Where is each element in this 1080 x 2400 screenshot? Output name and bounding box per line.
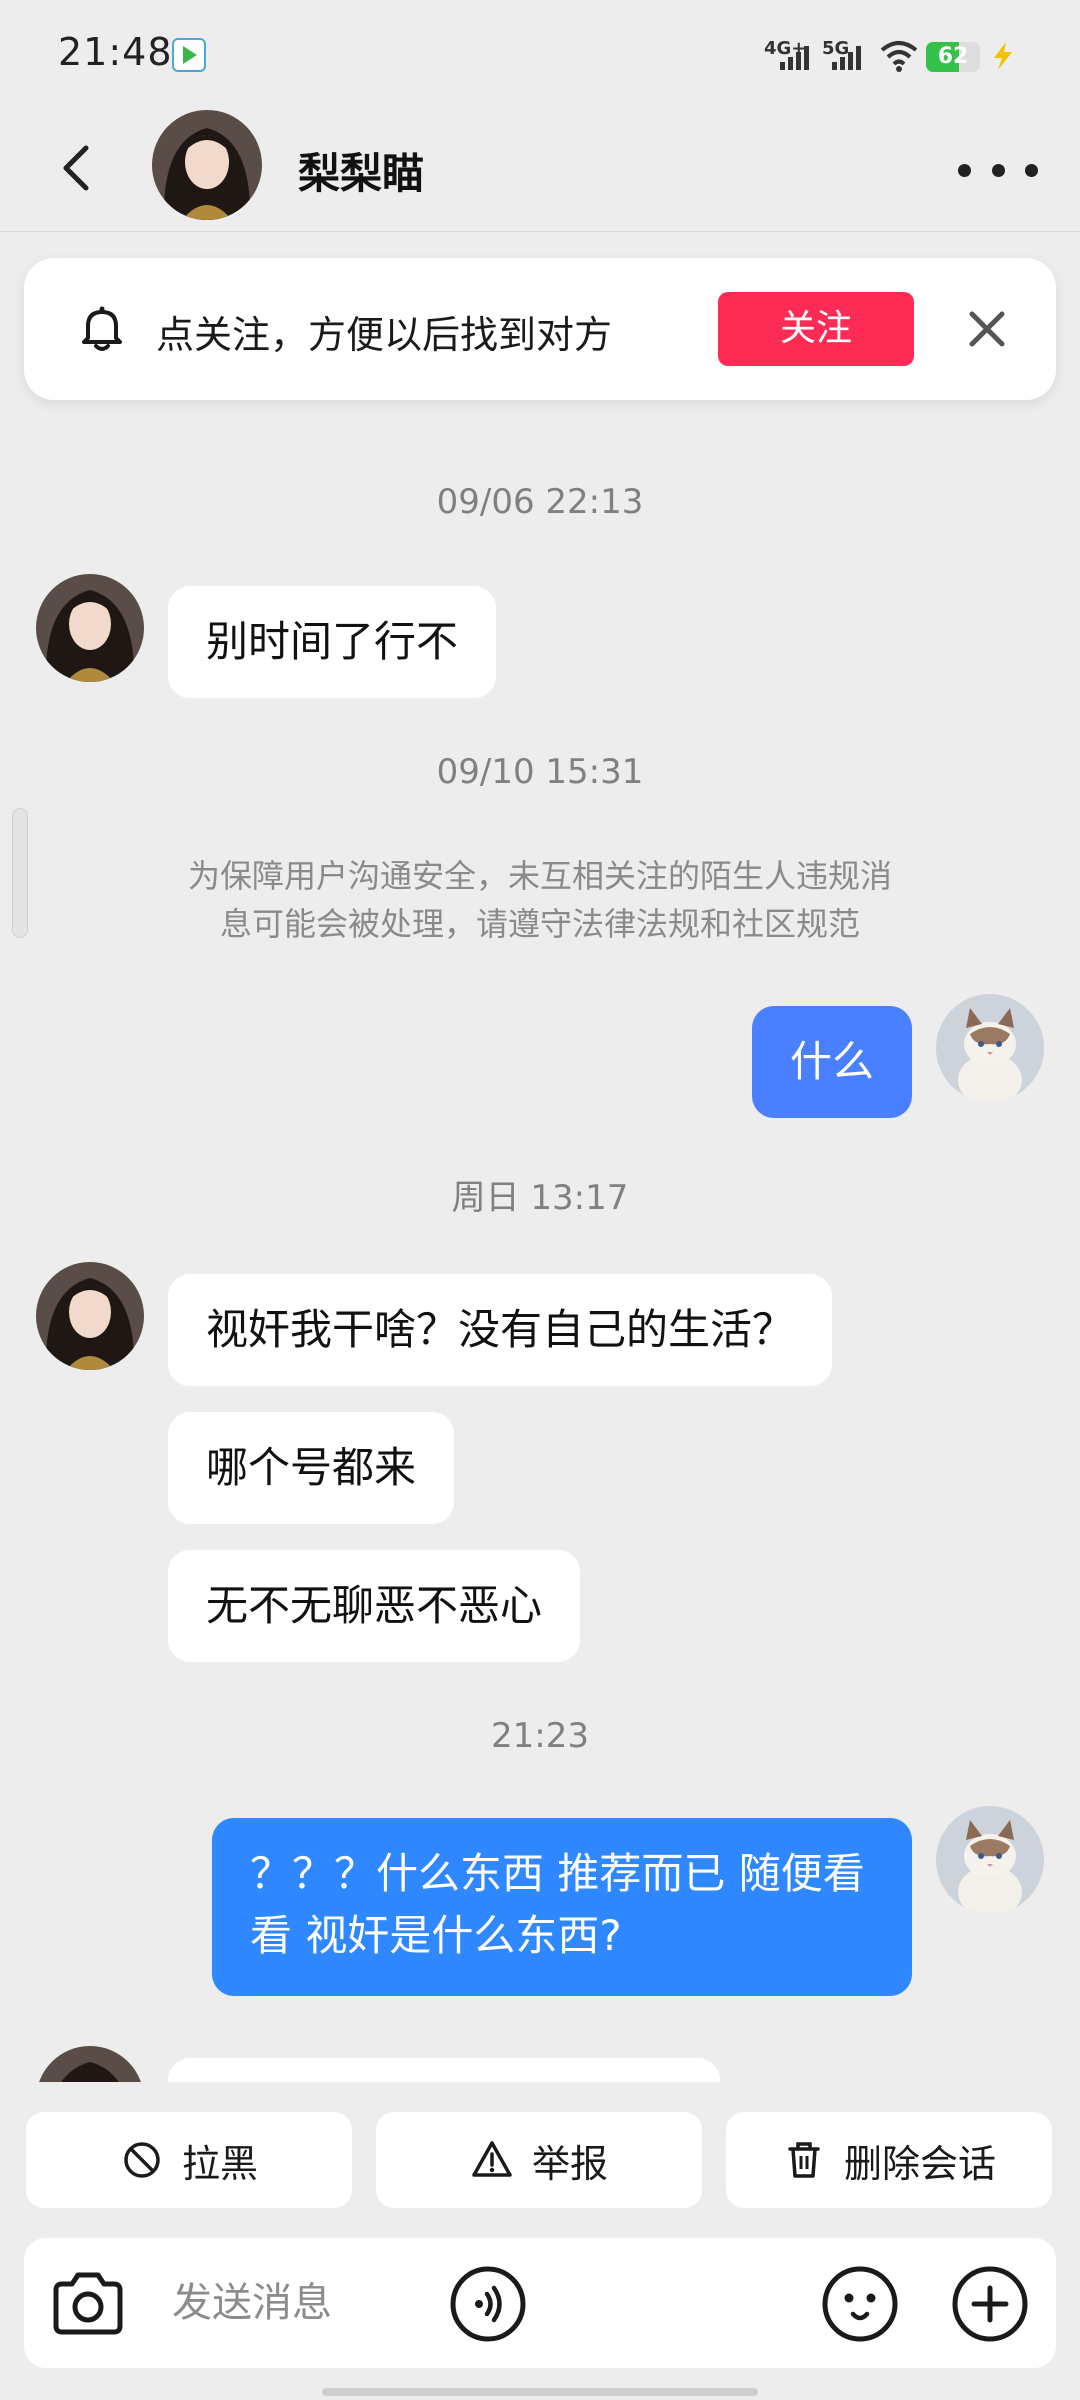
battery-level: 62 bbox=[937, 44, 969, 69]
contact-message-avatar[interactable] bbox=[36, 2046, 144, 2082]
signal-4g-icon bbox=[780, 44, 809, 70]
back-button[interactable] bbox=[50, 138, 110, 198]
incoming-message-bubble[interactable] bbox=[168, 2058, 720, 2082]
safety-notice: 为保障用户沟通安全，未互相关注的陌生人违规消 息可能会被处理，请遵守法律法规和社… bbox=[120, 852, 960, 948]
message-input-bar bbox=[24, 2238, 1056, 2368]
block-label: 拉黑 bbox=[181, 2141, 258, 2186]
scroll-handle[interactable] bbox=[12, 808, 28, 938]
delete-conversation-button[interactable]: 删除会话 bbox=[726, 2112, 1052, 2208]
status-time: 21:48 bbox=[58, 30, 173, 74]
chat-screen: 21:48 4G+ 5G 62 梨梨瞄 点关注，方便以后找到对方 关注 09/0… bbox=[0, 0, 1080, 2400]
safety-notice-line: 息可能会被处理，请遵守法律法规和社区规范 bbox=[219, 905, 860, 943]
follow-prompt-text: 点关注，方便以后找到对方 bbox=[156, 313, 613, 357]
follow-banner: 点关注，方便以后找到对方 关注 bbox=[24, 258, 1056, 400]
report-label: 举报 bbox=[531, 2141, 608, 2186]
follow-button[interactable]: 关注 bbox=[718, 292, 914, 366]
close-banner-button[interactable] bbox=[962, 304, 1012, 354]
safety-notice-line: 为保障用户沟通安全，未互相关注的陌生人违规消 bbox=[187, 857, 892, 895]
block-icon bbox=[124, 2142, 160, 2178]
emoji-icon[interactable] bbox=[820, 2264, 900, 2344]
plus-icon[interactable] bbox=[950, 2264, 1030, 2344]
incoming-message-bubble[interactable]: 无不无聊恶不恶心 bbox=[168, 1550, 581, 1662]
camera-icon[interactable] bbox=[48, 2266, 128, 2342]
app-notification-icon bbox=[172, 38, 206, 72]
signal-5g-icon bbox=[832, 44, 861, 70]
contact-message-avatar[interactable] bbox=[36, 1262, 144, 1370]
trash-icon bbox=[788, 2142, 820, 2178]
incoming-message-bubble[interactable]: 视奸我干啥？没有自己的生活？ bbox=[168, 1274, 833, 1386]
battery-icon: 62 bbox=[926, 42, 980, 72]
voice-message-icon[interactable] bbox=[448, 2264, 528, 2344]
report-button[interactable]: 举报 bbox=[376, 2112, 702, 2208]
message-timestamp: 09/06 22:13 bbox=[436, 482, 644, 522]
message-timestamp: 21:23 bbox=[491, 1716, 589, 1756]
user-message-avatar[interactable] bbox=[936, 1806, 1044, 1914]
contact-message-avatar[interactable] bbox=[36, 574, 144, 682]
bell-icon bbox=[82, 306, 122, 351]
user-message-avatar[interactable] bbox=[936, 994, 1044, 1102]
more-options-button[interactable] bbox=[958, 150, 1038, 190]
status-bar: 21:48 4G+ 5G 62 bbox=[0, 0, 1080, 110]
message-input[interactable] bbox=[172, 2268, 672, 2338]
contact-avatar[interactable] bbox=[152, 110, 262, 220]
clipped-message-row bbox=[0, 2040, 1080, 2082]
incoming-message-bubble[interactable]: 别时间了行不 bbox=[168, 586, 497, 698]
home-indicator[interactable] bbox=[322, 2388, 758, 2396]
outgoing-message-bubble[interactable]: ？？？什么东西 推荐而已 随便看看 视奸是什么东西? bbox=[212, 1818, 912, 1996]
outgoing-message-bubble[interactable]: 什么 bbox=[751, 1006, 912, 1118]
wifi-icon bbox=[880, 41, 918, 72]
incoming-message-bubble[interactable]: 哪个号都来 bbox=[168, 1412, 455, 1524]
message-timestamp: 周日 13:17 bbox=[451, 1178, 629, 1218]
chat-header: 梨梨瞄 bbox=[0, 110, 1080, 232]
charging-icon bbox=[994, 42, 1012, 70]
delete-conversation-label: 删除会话 bbox=[843, 2141, 996, 2186]
message-timestamp: 09/10 15:31 bbox=[436, 752, 644, 792]
warning-icon bbox=[472, 2141, 512, 2177]
block-button[interactable]: 拉黑 bbox=[26, 2112, 352, 2208]
contact-name: 梨梨瞄 bbox=[298, 149, 425, 198]
